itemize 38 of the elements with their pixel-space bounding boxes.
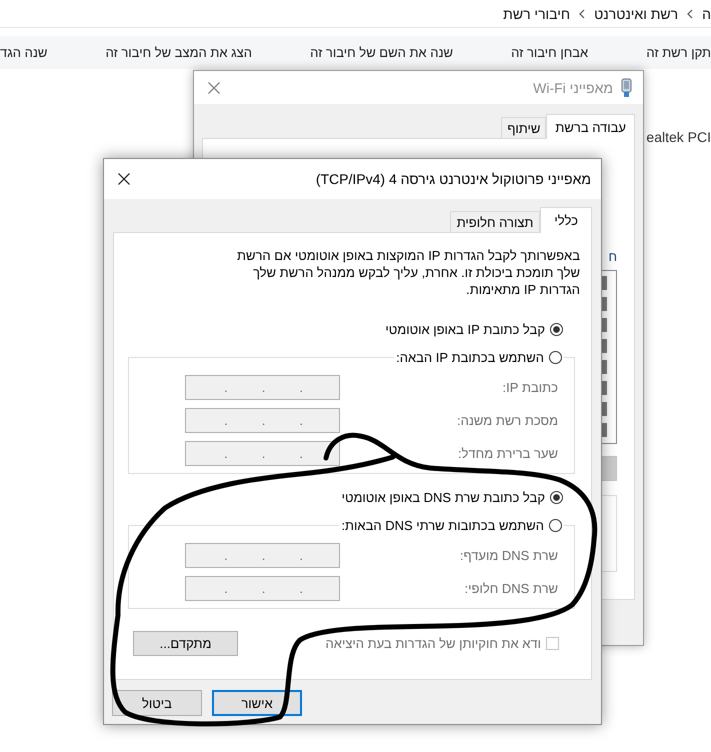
toolbar-button[interactable]: אבחן חיבור זה — [511, 45, 588, 60]
toolbar-button[interactable]: שנה את השם של חיבור זה — [310, 45, 453, 60]
checkbox-label: ודא את חוקיותן של הגדרות בעת היציאה — [326, 636, 541, 651]
close-icon[interactable] — [118, 173, 130, 185]
toolbar-button[interactable]: שנה הגד — [0, 45, 48, 60]
chevron-icon — [687, 8, 694, 18]
tab[interactable]: כללי — [540, 207, 592, 233]
field-label: שרת DNS מועדף: — [458, 548, 558, 563]
field-label: כתובת IP: — [502, 380, 558, 395]
tab[interactable]: שיתוף — [501, 117, 546, 138]
ok-button[interactable]: אישור — [212, 690, 302, 716]
tab[interactable]: תצורה חלופית — [450, 211, 540, 232]
radio-button[interactable] — [549, 350, 562, 364]
breadcrumb-item[interactable]: ה — [702, 6, 711, 22]
radio-label: השתמש בכתובות שרתי DNS הבאות: — [341, 518, 544, 532]
network-adapter-icon — [621, 78, 632, 98]
radio-label: קבל כתובת IP באופן אוטומטי — [385, 322, 545, 336]
connection-name: ealtek PCI — [646, 129, 711, 145]
toolbar-button[interactable]: תקן רשת זה — [646, 45, 711, 60]
cancel-button[interactable]: ביטול — [112, 690, 202, 716]
radio-label: השתמש בכתובת IP הבאה: — [396, 350, 544, 364]
chevron-icon — [579, 8, 586, 18]
radio-button[interactable] — [549, 518, 562, 532]
description-text: באפשרותך לקבל הגדרות IP המוקצות באופן אוטומטי אם הרשת שלך תומכת ביכולת זו. אחרת, עליך לבקש ממנהל הרשת שלך הגדרות IP מתאימות. — [236, 247, 580, 298]
advanced-button[interactable]: מתקדם... — [133, 631, 238, 656]
breadcrumb-item[interactable]: רשת ואינטרנט — [594, 6, 678, 22]
radio-button[interactable] — [550, 322, 563, 336]
field-label: שער ברירת מחדל: — [456, 446, 558, 461]
tab[interactable]: עבודה ברשת — [546, 114, 635, 139]
field-label: שרת DNS חלופי: — [464, 581, 558, 596]
list-label: ח — [608, 249, 617, 266]
toolbar-button[interactable]: הצג את המצב של חיבור זה — [106, 45, 252, 60]
breadcrumb-item[interactable]: חיבורי רשת — [503, 6, 570, 22]
window-title: מאפייני Wi-Fi — [533, 80, 613, 96]
radio-label: קבל כתובת שרת DNS באופן אוטומטי — [342, 490, 545, 504]
field-label: מסכת רשת משנה: — [456, 413, 558, 428]
window-title: מאפייני פרוטוקול אינטרנט גירסה 4 (TCP/IPv4) — [316, 171, 591, 187]
radio-button[interactable] — [550, 490, 563, 504]
